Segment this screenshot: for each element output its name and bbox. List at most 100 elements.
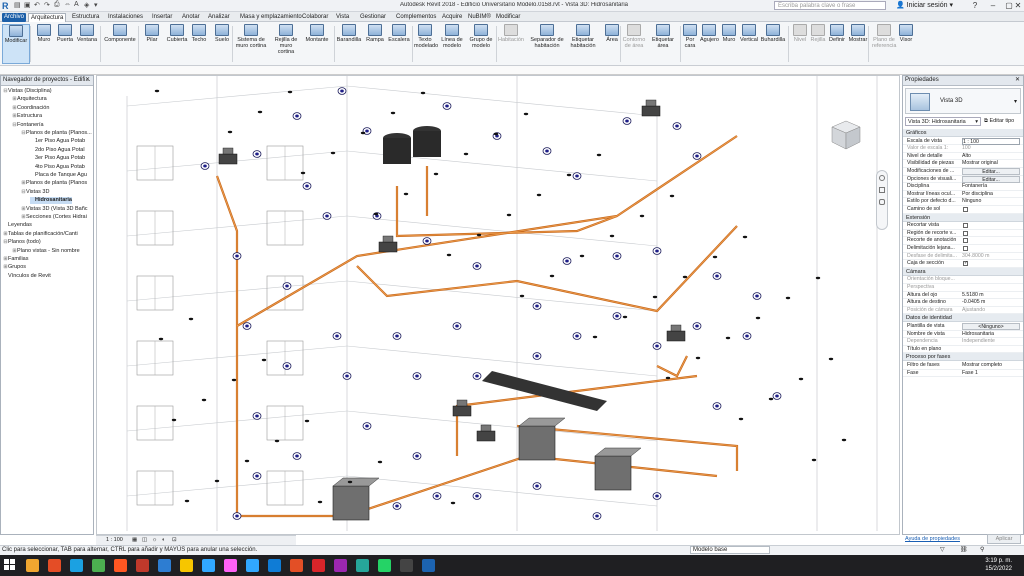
category-proceso-por-fases[interactable]: Proceso por fases <box>903 353 1023 362</box>
tree-item-vistas-disciplina[interactable]: ⊟Vistas (Disciplina) <box>3 88 51 95</box>
tree-item-secciones-cortes-hidrai[interactable]: ⊞Secciones (Cortes Hidrai <box>21 214 86 221</box>
ribbon-button-techo[interactable]: Techo <box>190 24 208 64</box>
tree-item-leyendas[interactable]: Leyendas <box>3 222 32 229</box>
tree-item-vistas-3d[interactable]: ⊟Vistas 3D <box>21 189 49 196</box>
taskbar-app-icon[interactable] <box>92 559 105 572</box>
ribbon-button-etiquetar-habitacion[interactable]: Etiquetar habitación <box>568 24 598 64</box>
tree-item-grupos[interactable]: ⊞Grupos <box>3 264 26 271</box>
ribbon-button-area[interactable]: Área <box>604 24 620 64</box>
tab-complementos[interactable]: Complementos <box>394 13 438 22</box>
checkbox[interactable] <box>963 260 968 267</box>
category-extension[interactable]: Extensión <box>903 213 1023 222</box>
text-icon[interactable]: A <box>74 1 79 8</box>
system-clock[interactable]: 3:19 p. m. 15/2/2022 <box>985 557 1012 573</box>
tree-item-plano-vistas-sin-nombre[interactable]: ⊞Plano vistas - Sin nombre <box>12 248 79 255</box>
tree-item-placa-de-tanque-agu[interactable]: Placa de Tanque Agu <box>30 172 87 179</box>
tree-item-planos-todo[interactable]: ⊟Planos (todo) <box>3 239 40 246</box>
tab-instalaciones[interactable]: Instalaciones <box>106 13 145 22</box>
sun-path-icon[interactable]: ☼ <box>152 536 157 545</box>
taskbar-app-icon[interactable] <box>290 559 303 572</box>
ribbon-button-grupo-de-modelo[interactable]: Grupo de modelo <box>468 24 494 64</box>
shadows-icon[interactable]: ◐ <box>162 536 165 545</box>
select-pinned-icon[interactable]: ⚲ <box>980 546 984 555</box>
ribbon-button-texto-modelado[interactable]: Texto modelado <box>414 24 438 64</box>
navigation-bar[interactable] <box>876 170 888 230</box>
tree-item-4to-piso-agua-potab[interactable]: 4to Piso Agua Potab <box>30 164 85 171</box>
category-datos-de-identidad[interactable]: Datos de identidad <box>903 314 1023 323</box>
tree-item-vistas-3d-vista-3d-banc[interactable]: ⊞Vistas 3D (Vista 3D Bañc <box>21 206 87 213</box>
taskbar-app-icon[interactable] <box>246 559 259 572</box>
tree-item-coordinacion[interactable]: ⊞Coordinación <box>12 105 49 112</box>
ribbon-button-mostrar[interactable]: Mostrar <box>848 24 868 64</box>
workset-model[interactable]: Modelo base <box>690 546 770 554</box>
prop-value[interactable]: Mostrar original <box>962 160 1020 167</box>
ribbon-button-cubierta[interactable]: Cubierta <box>166 24 188 64</box>
3d-viewport[interactable] <box>96 75 900 535</box>
ribbon-button-plano-de-referencia[interactable]: Plano de referencia <box>872 24 896 64</box>
tab-archivo[interactable]: Archivo <box>2 13 27 22</box>
tab-colaborar[interactable]: Colaborar <box>300 13 330 22</box>
ribbon-button-pilar[interactable]: Pilar <box>142 24 162 64</box>
zoom-icon[interactable] <box>879 187 885 193</box>
open-icon[interactable]: ▤ <box>14 1 21 9</box>
properties-help-link[interactable]: Ayuda de propiedades <box>905 536 960 542</box>
hydraulic-model-drawing[interactable] <box>97 76 900 535</box>
ribbon-button-muro-opening[interactable]: Muro <box>722 24 736 64</box>
ribbon-button-etiquetar-area[interactable]: Etiquetar área <box>650 24 676 64</box>
prop-value[interactable]: Hidrosanitaria <box>962 331 1020 338</box>
revit-logo-icon[interactable]: R <box>2 1 11 11</box>
select-links-icon[interactable]: ⛓ <box>960 546 968 555</box>
ribbon-button-por-cara[interactable]: Por cara <box>682 24 698 64</box>
qat-dropdown-icon[interactable]: ▾ <box>94 1 98 9</box>
visual-style-icon[interactable]: ◫ <box>142 536 147 545</box>
prop-value[interactable]: Por disciplina <box>962 191 1020 198</box>
crop-view-icon[interactable]: ⊡ <box>172 536 177 545</box>
taskbar-app-icon[interactable] <box>48 559 61 572</box>
tree-item-vinculos-de-revit[interactable]: Vínculos de Revit <box>3 273 51 280</box>
taskbar-app-icon[interactable] <box>70 559 83 572</box>
taskbar-app-icon[interactable] <box>422 559 435 572</box>
taskbar-app-icon[interactable] <box>312 559 325 572</box>
apply-button[interactable]: Aplicar <box>987 534 1021 544</box>
tab-insertar[interactable]: Insertar <box>150 13 174 22</box>
ribbon-button-barandilla[interactable]: Barandilla <box>336 24 362 64</box>
taskbar-app-icon[interactable] <box>268 559 281 572</box>
tree-item-familias[interactable]: ⊞Familias <box>3 256 28 263</box>
detail-level-icon[interactable]: ▦ <box>132 536 137 545</box>
edit-type-button[interactable]: ⧉ Editar tipo <box>984 117 1021 126</box>
tree-item-fontaneria[interactable]: ⊟Fontanería <box>12 122 43 129</box>
undo-icon[interactable]: ↶ <box>34 1 40 9</box>
tree-item-tablas-de-planificacion-canti[interactable]: ⊞Tablas de planificación/Canti <box>3 231 77 238</box>
close-icon[interactable]: ✕ <box>1015 76 1020 85</box>
steering-wheel-icon[interactable] <box>879 175 885 181</box>
tree-item-arquitectura[interactable]: ⊞Arquitectura <box>12 96 46 103</box>
taskbar-app-icon[interactable] <box>378 559 391 572</box>
tree-item-3er-piso-agua-potab[interactable]: 3er Piso Agua Potab <box>30 155 85 162</box>
taskbar-app-icon[interactable] <box>158 559 171 572</box>
prop-value[interactable]: Editar... <box>962 175 1020 183</box>
ribbon-button-componente[interactable]: Componente <box>102 24 138 64</box>
prop-value[interactable]: Editar... <box>962 168 1020 175</box>
tab-arquitectura[interactable]: Arquitectura <box>28 13 67 22</box>
ribbon-button-separador-de-habitacion[interactable]: Separador de habitación <box>530 24 564 64</box>
checkbox[interactable] <box>963 246 968 251</box>
tree-item-planos-de-planta-planos[interactable]: ⊞Planos de planta (Planos <box>21 180 87 187</box>
ribbon-button-montante[interactable]: Montante <box>304 24 330 64</box>
close-icon[interactable]: ✕ <box>85 76 90 85</box>
measure-icon[interactable]: ⇔ <box>64 1 71 8</box>
filter-icon[interactable]: ▽ <box>940 546 945 555</box>
ribbon-button-visor[interactable]: Visor <box>898 24 914 64</box>
help-icon[interactable]: ? <box>966 0 984 12</box>
tree-item-estructura[interactable]: ⊞Estructura <box>12 113 42 120</box>
ribbon-button-sistema-de-muro-cortina[interactable]: Sistema de muro cortina <box>234 24 268 64</box>
ribbon-button-escalera[interactable]: Escalera <box>388 24 410 64</box>
prop-value[interactable]: 5.5180 m <box>962 292 1020 299</box>
prop-value[interactable]: Ninguno <box>962 198 1020 205</box>
save-icon[interactable]: ▣ <box>24 1 31 9</box>
instance-selector[interactable]: Vista 3D: Hidrosanitaria ▾ <box>905 117 981 126</box>
checkbox[interactable] <box>963 207 968 212</box>
ribbon-button-linea-de-modelo[interactable]: Línea de modelo <box>440 24 464 64</box>
taskbar-app-icon[interactable] <box>114 559 127 572</box>
view-scale[interactable]: 1 : 100 <box>106 536 123 545</box>
prop-value[interactable]: Fontanería <box>962 183 1020 190</box>
